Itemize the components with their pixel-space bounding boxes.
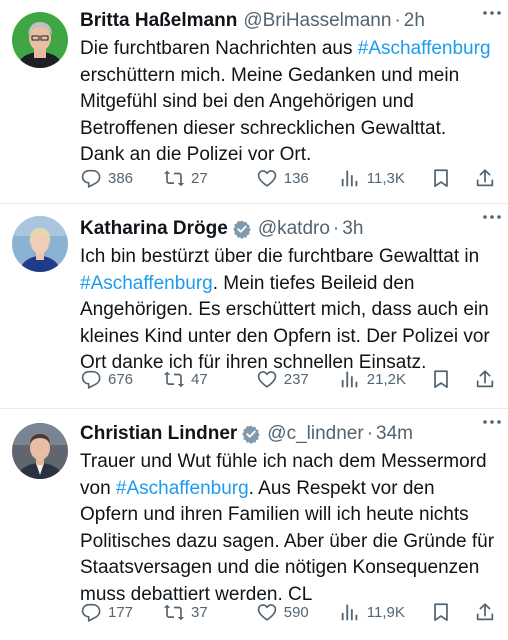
author-name[interactable]: Christian Lindner	[80, 423, 237, 445]
tweet-text: Ich bin bestürzt über die furchtbare Gew…	[80, 244, 500, 377]
timestamp[interactable]: 2h	[404, 10, 425, 32]
separator-dot: ·	[366, 423, 374, 444]
timestamp[interactable]: 3h	[342, 218, 363, 240]
tweet[interactable]: Christian Lindner @c_lindner · 34m Traue…	[0, 408, 508, 640]
reply-icon	[81, 603, 101, 622]
retweet-icon	[163, 604, 185, 621]
views-icon	[341, 604, 358, 621]
heart-icon	[257, 170, 277, 187]
reply-icon	[81, 169, 101, 188]
avatar[interactable]	[12, 423, 68, 479]
tweet-text-part: Ich bin bestürzt über die furchtbare Gew…	[80, 246, 480, 267]
share-icon	[476, 603, 494, 621]
retweet-icon	[163, 371, 185, 388]
view-count: 11,3K	[366, 169, 405, 187]
bookmark-button[interactable]	[430, 368, 474, 390]
retweet-count: 37	[191, 603, 208, 621]
share-button[interactable]	[474, 167, 496, 189]
verified-badge-icon	[233, 220, 251, 239]
hashtag-link[interactable]: #Aschaffenburg	[80, 273, 213, 294]
tweet-text-part: Die furchtbaren Nachrichten aus	[80, 38, 358, 59]
tweet-actions: 676 47 237 21,2K	[80, 367, 496, 391]
reply-button[interactable]: 386	[80, 167, 163, 189]
like-button[interactable]: 237	[256, 368, 339, 390]
like-count: 136	[283, 169, 309, 187]
separator-dot: ·	[332, 218, 340, 239]
verified-badge-icon	[242, 425, 261, 444]
reply-button[interactable]: 676	[80, 368, 163, 390]
reply-count: 676	[108, 370, 134, 388]
view-count: 21,2K	[366, 370, 406, 388]
share-button[interactable]	[474, 368, 496, 390]
more-icon[interactable]	[480, 210, 504, 224]
tweet-text: Trauer und Wut fühle ich nach dem Messer…	[80, 449, 500, 608]
author-handle[interactable]: @c_lindner	[267, 423, 363, 445]
separator-dot: ·	[394, 10, 401, 31]
avatar[interactable]	[12, 12, 68, 68]
share-icon	[476, 169, 494, 187]
retweet-count: 47	[191, 370, 208, 388]
view-count: 11,9K	[366, 603, 405, 621]
like-button[interactable]: 136	[256, 167, 339, 189]
bookmark-button[interactable]	[430, 167, 474, 189]
tweet-actions: 177 37 590 11,9K	[80, 600, 496, 624]
heart-icon	[257, 371, 277, 388]
timestamp[interactable]: 34m	[376, 423, 413, 445]
bookmark-icon	[433, 370, 448, 389]
bookmark-icon	[433, 169, 448, 188]
tweet-text-part: erschüttern mich. Meine Gedanken und mei…	[80, 64, 460, 165]
reply-button[interactable]: 177	[80, 601, 163, 623]
like-button[interactable]: 590	[256, 601, 339, 623]
views-button[interactable]: 11,9K	[339, 601, 430, 623]
tweet[interactable]: Britta Haßelmann @BriHasselmann · 2h Die…	[0, 0, 508, 203]
hashtag-link[interactable]: #Aschaffenburg	[116, 478, 249, 499]
reply-count: 386	[108, 169, 134, 187]
tweet[interactable]: Katharina Dröge @katdro · 3h Ich bin bes…	[0, 203, 508, 408]
views-icon	[341, 170, 358, 187]
retweet-button[interactable]: 47	[163, 368, 256, 390]
views-icon	[341, 371, 358, 388]
views-button[interactable]: 11,3K	[339, 167, 430, 189]
share-button[interactable]	[474, 601, 496, 623]
retweet-count: 27	[191, 169, 208, 187]
retweet-icon	[163, 170, 185, 187]
reply-count: 177	[108, 603, 134, 621]
views-button[interactable]: 21,2K	[339, 368, 430, 390]
avatar[interactable]	[12, 216, 68, 272]
tweet-text: Die furchtbaren Nachrichten aus #Aschaff…	[80, 36, 500, 169]
retweet-button[interactable]: 27	[163, 167, 256, 189]
author-name[interactable]: Britta Haßelmann	[80, 10, 237, 32]
bookmark-button[interactable]	[430, 601, 474, 623]
retweet-button[interactable]: 37	[163, 601, 256, 623]
author-name[interactable]: Katharina Dröge	[80, 218, 228, 240]
bookmark-icon	[433, 603, 448, 622]
heart-icon	[257, 604, 277, 621]
like-count: 590	[283, 603, 309, 621]
share-icon	[476, 370, 494, 388]
reply-icon	[81, 370, 101, 389]
like-count: 237	[283, 370, 309, 388]
hashtag-link[interactable]: #Aschaffenburg	[358, 38, 491, 59]
author-handle[interactable]: @BriHasselmann	[243, 10, 391, 32]
more-icon[interactable]	[480, 415, 504, 429]
more-icon[interactable]	[480, 6, 504, 20]
author-handle[interactable]: @katdro	[258, 218, 330, 240]
tweet-actions: 386 27 136 11,3K	[80, 166, 496, 190]
